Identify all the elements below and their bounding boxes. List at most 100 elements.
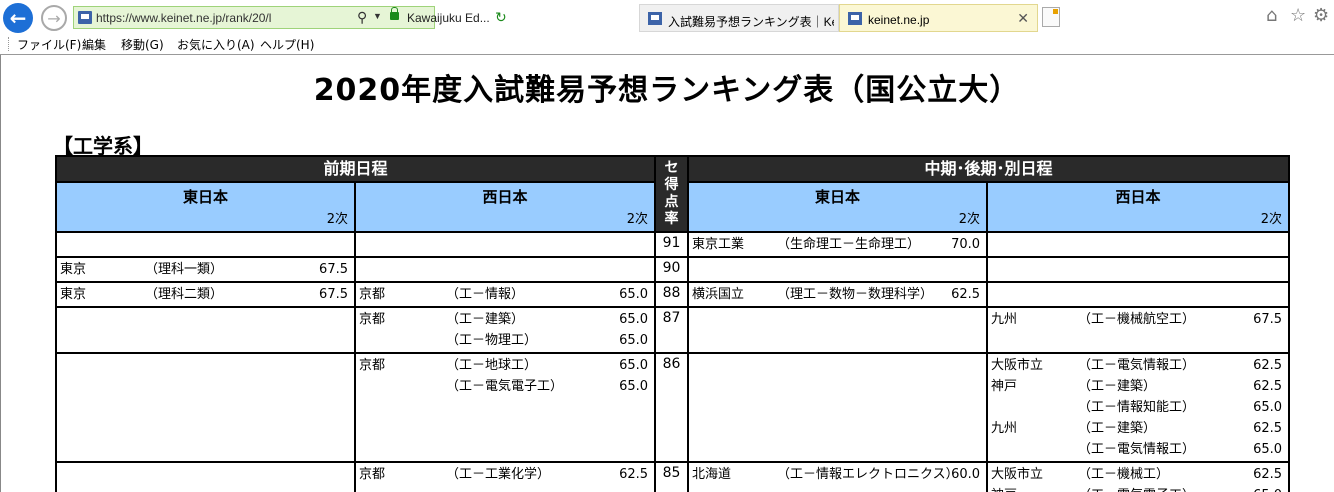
menu-go[interactable]: 移動(G) — [121, 36, 164, 53]
department-name: （工－電気電子工） — [1078, 486, 1195, 492]
program-entry: 東京工業 （生命理工－生命理工） 70.0 — [692, 235, 983, 255]
cell-later-east: 東京工業 （生命理工－生命理工） 70.0 — [687, 231, 989, 258]
header-later-west: 西日本 2次 — [986, 181, 1291, 233]
cell-later-east — [687, 306, 989, 354]
empty-entry — [692, 356, 983, 377]
university-name: 京都 — [359, 467, 386, 482]
department-name: （工－建築） — [446, 312, 525, 327]
university-name: 京都 — [359, 358, 386, 373]
close-tab-icon[interactable]: ✕ — [1017, 10, 1029, 27]
department-name: （工－電気情報工） — [1078, 442, 1196, 457]
region-name: 東日本 — [182, 188, 228, 206]
cell-later-west: 九州 （工－機械航空工） 67.5 — [986, 306, 1291, 354]
department-name: （理科二類） — [145, 287, 224, 302]
ranking-row: 京都 （工－地球工） 65.0 （工－電気電子工） 65.0 86 大阪市立 （工－電気情報工… — [55, 352, 1291, 463]
header-later-schedule: 中期･後期･別日程 — [687, 155, 1291, 183]
new-tab-button[interactable] — [1042, 7, 1060, 27]
program-entry: 九州 （工－建築） 62.5 — [991, 419, 1285, 440]
url-text[interactable]: https://www.keinet.ne.jp/rank/20/l — [96, 11, 271, 25]
menu-file[interactable]: ファイル(F) — [17, 36, 81, 53]
second-exam-score: 60.0 — [951, 467, 981, 482]
department-name: （工－工業化学） — [446, 467, 551, 482]
university-name: 大阪市立 — [991, 467, 1044, 482]
cell-early-west — [353, 231, 657, 258]
cell-early-west: 京都 （工－地球工） 65.0 （工－電気電子工） 65.0 — [353, 352, 657, 463]
tab-ranking[interactable]: 入試難易予想ランキング表｜Kei-... — [639, 4, 839, 32]
program-entry: 東京 （理科一類） 67.5 — [60, 260, 351, 280]
department-name: （生命理工－生命理工） — [777, 237, 921, 252]
navigation-row: ← → https://www.keinet.ne.jp/rank/20/l ⚲… — [0, 0, 1334, 34]
cell-later-west — [986, 256, 1291, 283]
second-exam-label: 2次 — [626, 212, 649, 227]
arrow-right-icon: → — [47, 8, 61, 28]
ranking-row: 京都 （工－工業化学） 62.5 85 北海道 （工－情報エレクトロニクス） 60.0 大阪市… — [55, 461, 1291, 492]
ranking-row: 東京 （理科一類） 67.5 90 — [55, 256, 1291, 283]
cell-early-east — [55, 231, 356, 258]
gear-icon[interactable]: ⚙ — [1313, 5, 1329, 26]
university-name: 大阪市立 — [991, 358, 1044, 373]
empty-entry — [60, 235, 351, 255]
second-exam-label: 2次 — [958, 212, 981, 227]
second-exam-score: 62.5 — [1253, 358, 1283, 373]
second-exam-score: 65.0 — [619, 287, 649, 302]
university-name: 東京 — [60, 287, 87, 302]
menu-favorites[interactable]: お気に入り(A) — [177, 36, 255, 53]
empty-entry — [692, 260, 983, 280]
second-exam-score: 65.0 — [1253, 486, 1282, 492]
star-icon[interactable]: ☆ — [1290, 5, 1306, 26]
refresh-icon[interactable]: ↻ — [495, 9, 507, 26]
cell-early-east — [55, 352, 356, 463]
browser-chrome: ← → https://www.keinet.ne.jp/rank/20/l ⚲… — [0, 0, 1334, 55]
cell-early-east — [55, 461, 356, 492]
region-name: 西日本 — [1115, 188, 1161, 206]
department-name: （工－機械工） — [1078, 467, 1170, 482]
program-entry: 大阪市立 （工－機械工） 62.5 — [991, 465, 1285, 486]
header-row-schedule: 前期日程 セ得点率 中期･後期･別日程 — [54, 155, 1291, 233]
second-exam-label: 2次 — [1260, 212, 1283, 227]
cell-later-east — [687, 352, 989, 463]
address-bar[interactable]: https://www.keinet.ne.jp/rank/20/l ⚲ ▼ K… — [73, 6, 507, 29]
menu-bar: ファイル(F) 編集 移動(G) お気に入り(A) ヘルプ(H) — [0, 34, 1334, 54]
cell-later-east: 北海道 （工－情報エレクトロニクス） 60.0 — [687, 461, 989, 492]
tab-favicon-icon — [648, 12, 662, 25]
department-name: （工－情報エレクトロニクス） — [777, 467, 959, 482]
score-cell: 90 — [654, 256, 690, 283]
program-entry: 京都 （工－情報） 65.0 — [359, 285, 651, 305]
empty-entry — [991, 260, 1285, 280]
second-exam-score: 62.5 — [951, 287, 981, 302]
arrow-left-icon: ← — [9, 6, 27, 30]
empty-entry — [359, 260, 651, 280]
cell-early-east: 東京 （理科一類） 67.5 — [55, 256, 356, 283]
second-exam-score: 65.0 — [619, 358, 649, 373]
program-entry: 東京 （理科二類） 67.5 — [60, 285, 351, 305]
empty-entry — [60, 356, 351, 377]
cell-later-west — [986, 231, 1291, 258]
program-entry: （工－物理工） 65.0 — [359, 331, 651, 351]
university-name: 神戸 — [991, 379, 1018, 394]
cell-early-east — [55, 306, 356, 354]
home-icon[interactable]: ⌂ — [1266, 5, 1277, 26]
ranking-table-body: 前期日程 セ得点率 中期･後期･別日程 東日本 2次 西日本 2次 東日本 2次 — [54, 155, 1291, 492]
menu-help[interactable]: ヘルプ(H) — [260, 36, 314, 53]
program-entry: （工－電気電子工） 65.0 — [359, 377, 651, 398]
cell-early-west: 京都 （工－情報） 65.0 — [353, 281, 657, 308]
score-cell: 87 — [654, 306, 690, 354]
cell-later-east: 横浜国立 （理工－数物－数理科学） 62.5 — [687, 281, 989, 308]
chevron-down-icon[interactable]: ▼ — [373, 11, 382, 21]
ranking-row: 京都 （工－建築） 65.0 （工－物理工） 65.0 87 九州 （工－機械航空工） 67.5 — [55, 306, 1291, 354]
program-entry: 北海道 （工－情報エレクトロニクス） 60.0 — [692, 465, 983, 486]
certificate-label[interactable]: Kawaijuku Ed... — [407, 11, 492, 25]
lock-icon[interactable] — [390, 7, 399, 20]
menu-edit[interactable]: 編集 — [82, 36, 106, 53]
second-exam-score: 62.5 — [1253, 379, 1283, 394]
university-name: 神戸 — [991, 486, 1017, 492]
search-icon[interactable]: ⚲ — [357, 9, 367, 26]
cell-later-west — [986, 281, 1291, 308]
program-entry: 京都 （工－工業化学） 62.5 — [359, 465, 651, 486]
department-name: （理工－数物－数理科学） — [777, 287, 934, 302]
second-exam-label: 2次 — [326, 212, 348, 227]
forward-button[interactable]: → — [41, 5, 67, 31]
tab-keinet[interactable]: keinet.ne.jp ✕ — [839, 4, 1038, 32]
back-button[interactable]: ← — [3, 3, 33, 33]
university-name: 東京工業 — [692, 237, 745, 252]
